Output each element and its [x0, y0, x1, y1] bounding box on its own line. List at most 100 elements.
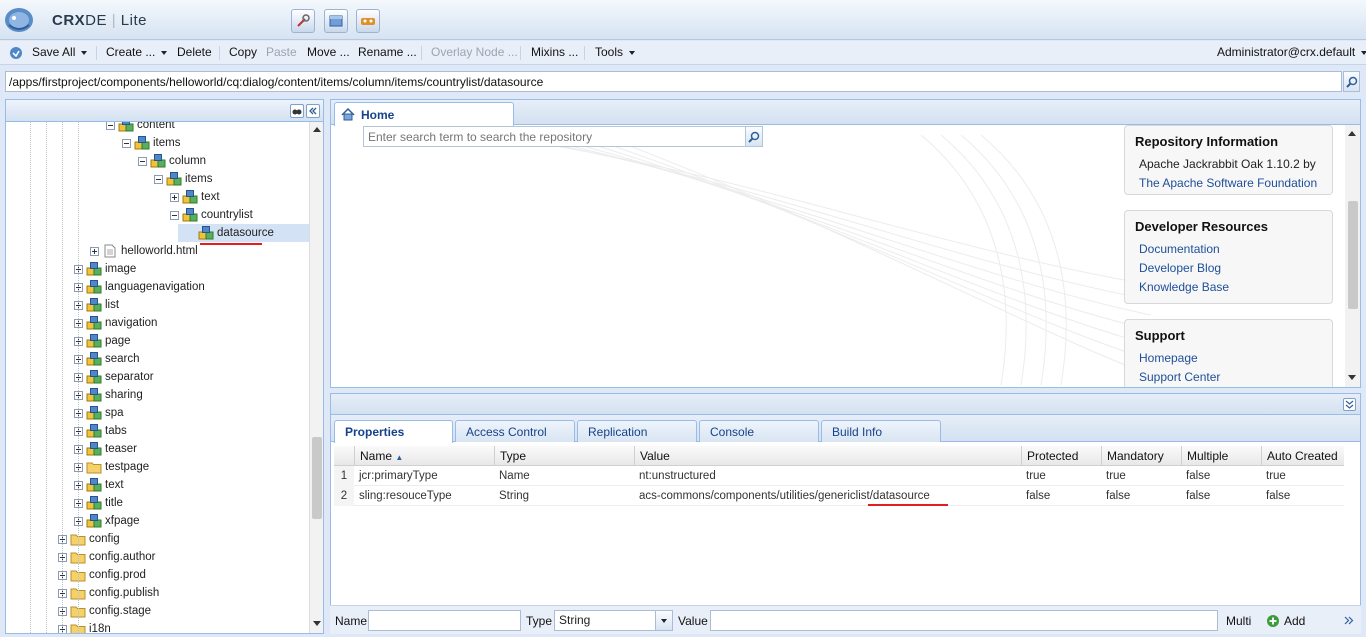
mixins-button[interactable]: Mixins ...	[531, 45, 578, 59]
tab-build-info[interactable]: Build Info	[821, 420, 941, 442]
property-protected[interactable]: false	[1021, 486, 1101, 506]
property-type[interactable]: Name	[494, 466, 634, 486]
tree-item[interactable]: text	[170, 188, 220, 206]
column-header-type[interactable]: Type	[494, 446, 634, 466]
scroll-up-icon[interactable]	[1348, 131, 1356, 136]
save-all-button[interactable]: Save All	[32, 45, 88, 59]
property-mandatory[interactable]: false	[1101, 486, 1181, 506]
osgi-console-button[interactable]	[356, 9, 380, 33]
column-header-name[interactable]: Name ▲	[354, 446, 494, 466]
tree-item[interactable]: languagenavigation	[74, 278, 205, 296]
tree-item[interactable]: xfpage	[74, 512, 140, 530]
paste-button[interactable]: Paste	[266, 45, 297, 59]
tree-refresh-button[interactable]	[290, 104, 304, 118]
property-value[interactable]: acs-commons/components/utilities/generic…	[634, 486, 1021, 506]
tools-button[interactable]: Tools	[595, 45, 636, 59]
tree-item[interactable]: separator	[74, 368, 154, 386]
tree-item[interactable]: image	[74, 260, 136, 278]
scroll-up-icon[interactable]	[313, 127, 321, 132]
add-property-button[interactable]: Add	[1266, 611, 1305, 630]
tree-item[interactable]: countrylist	[170, 206, 253, 224]
tree-item[interactable]: column	[138, 152, 206, 170]
property-auto-created[interactable]: true	[1261, 466, 1344, 486]
tree-item[interactable]: tabs	[74, 422, 127, 440]
tab-home[interactable]: Home	[334, 102, 514, 126]
collapse-toggle-icon[interactable]	[122, 138, 131, 148]
package-manager-button[interactable]	[324, 9, 348, 33]
property-type[interactable]: String	[494, 486, 634, 506]
expand-toggle-icon[interactable]	[90, 246, 99, 256]
user-menu-button[interactable]: Administrator@crx.default	[1217, 45, 1366, 59]
tree-item[interactable]: navigation	[74, 314, 157, 332]
tree-item[interactable]: config.stage	[58, 602, 151, 620]
property-name[interactable]: jcr:primaryType	[354, 466, 494, 486]
collapse-tree-button[interactable]	[306, 104, 320, 118]
editor-scroll-thumb[interactable]	[1348, 201, 1358, 309]
tree-item[interactable]: sharing	[74, 386, 143, 404]
property-multiple[interactable]: false	[1181, 486, 1261, 506]
tree-item[interactable]: list	[74, 296, 119, 314]
property-auto-created[interactable]: false	[1261, 486, 1344, 506]
tab-properties[interactable]: Properties	[334, 420, 453, 443]
repository-search-input[interactable]	[364, 127, 746, 146]
property-name[interactable]: sling:resouceType	[354, 486, 494, 506]
tree-item[interactable]: testpage	[74, 458, 149, 476]
tree-item[interactable]: title	[74, 494, 123, 512]
collapse-properties-button[interactable]	[1343, 398, 1356, 411]
tree-item[interactable]: i18n	[58, 620, 111, 633]
expand-toggle-icon[interactable]	[170, 192, 179, 202]
tree-item[interactable]: page	[74, 332, 131, 350]
move-button[interactable]: Move ...	[307, 45, 350, 59]
documentation-link[interactable]: Documentation	[1135, 240, 1322, 259]
tree-item[interactable]: helloworld.html	[90, 242, 198, 260]
property-value[interactable]: nt:unstructured	[634, 466, 1021, 486]
tab-console[interactable]: Console	[699, 420, 819, 442]
create-button[interactable]: Create ...	[106, 45, 168, 59]
tree-item[interactable]: config.author	[58, 548, 156, 566]
table-row[interactable]: 1 jcr:primaryType Name nt:unstructured true t…	[334, 466, 1344, 486]
property-protected[interactable]: true	[1021, 466, 1101, 486]
column-header-multiple[interactable]: Multiple	[1181, 446, 1261, 466]
path-input[interactable]	[6, 72, 1341, 91]
developer-blog-link[interactable]: Developer Blog	[1135, 259, 1322, 278]
table-row[interactable]: 2 sling:resouceType String acs-commons/comp…	[334, 486, 1344, 506]
delete-button[interactable]: Delete	[177, 45, 212, 59]
property-mandatory[interactable]: true	[1101, 466, 1181, 486]
tab-replication[interactable]: Replication	[577, 420, 697, 442]
tree-item[interactable]: datasource	[178, 224, 309, 242]
crxde-tools-button[interactable]	[291, 9, 315, 33]
homepage-link[interactable]: Homepage	[1135, 349, 1322, 368]
double-chevron-right-icon[interactable]	[1344, 616, 1354, 625]
tree-item[interactable]: spa	[74, 404, 124, 422]
knowledge-base-link[interactable]: Knowledge Base	[1135, 278, 1322, 297]
tree-item[interactable]: items	[154, 170, 212, 188]
editor-scrollbar[interactable]	[1345, 125, 1360, 387]
column-header-auto-created[interactable]: Auto Created	[1261, 446, 1344, 466]
property-type-select[interactable]: String	[554, 610, 673, 631]
column-header-value[interactable]: Value	[634, 446, 1021, 466]
tree-item[interactable]: items	[122, 134, 180, 152]
tree-item[interactable]: search	[74, 350, 140, 368]
collapse-toggle-icon[interactable]	[170, 210, 179, 220]
tree-item[interactable]: config.publish	[58, 584, 159, 602]
tree-item[interactable]: config	[58, 530, 120, 548]
tree-item[interactable]: text	[74, 476, 124, 494]
scroll-down-icon[interactable]	[313, 621, 321, 626]
tree-item[interactable]: config.prod	[58, 566, 146, 584]
property-name-input[interactable]	[368, 610, 521, 631]
tree-item[interactable]: content	[106, 122, 175, 134]
tree-scroll-thumb[interactable]	[312, 437, 322, 519]
support-center-link[interactable]: Support Center	[1135, 368, 1322, 387]
copy-button[interactable]: Copy	[229, 45, 257, 59]
apache-foundation-link[interactable]: The Apache Software Foundation	[1135, 174, 1322, 193]
column-header-protected[interactable]: Protected	[1021, 446, 1101, 466]
tab-access-control[interactable]: Access Control	[455, 420, 575, 442]
type-dropdown-button[interactable]	[655, 611, 672, 630]
column-header-mandatory[interactable]: Mandatory	[1101, 446, 1181, 466]
rename-button[interactable]: Rename ...	[358, 45, 417, 59]
path-go-button[interactable]	[1343, 71, 1360, 92]
overlay-node-button[interactable]: Overlay Node ...	[431, 45, 518, 59]
tree-scrollbar[interactable]	[309, 122, 323, 633]
collapse-toggle-icon[interactable]	[106, 122, 115, 130]
property-value-input[interactable]	[710, 610, 1218, 631]
